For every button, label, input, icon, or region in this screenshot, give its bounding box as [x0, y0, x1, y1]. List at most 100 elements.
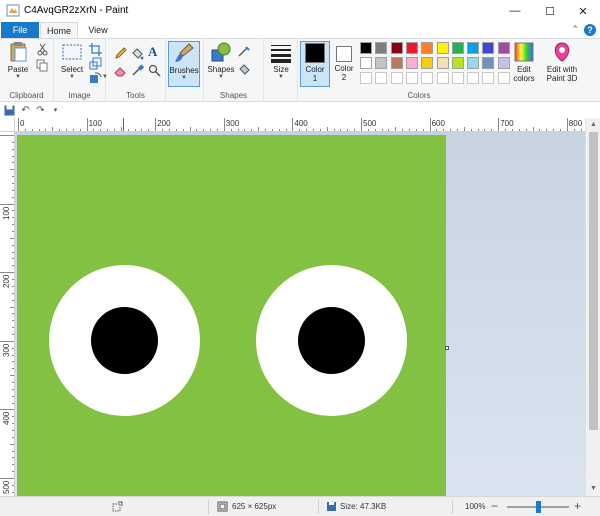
- pencil-icon[interactable]: [114, 47, 127, 60]
- ruler-tick: [0, 340, 14, 342]
- palette-color-swatch[interactable]: [405, 57, 418, 69]
- palette-custom-swatch[interactable]: [390, 72, 403, 84]
- colors-group-label: Colors: [407, 91, 431, 100]
- status-separator: [318, 500, 319, 514]
- eraser-icon[interactable]: [114, 64, 127, 77]
- palette-color-swatch[interactable]: [451, 42, 464, 54]
- edit-colors-button[interactable]: Edit colors: [507, 41, 541, 89]
- palette-color-swatch[interactable]: [375, 57, 388, 69]
- palette-custom-swatch[interactable]: [360, 72, 372, 84]
- scrollbar-thumb[interactable]: [589, 132, 598, 430]
- palette-color-swatch[interactable]: [360, 57, 372, 69]
- brushes-button[interactable]: Brushes ▼: [168, 41, 200, 87]
- paste-label: Paste: [7, 65, 29, 74]
- zoom-out-icon[interactable]: −: [491, 499, 498, 513]
- tab-view[interactable]: View: [80, 22, 116, 38]
- shapes-icon: [211, 42, 231, 62]
- palette-custom-swatch[interactable]: [467, 72, 480, 84]
- resize-icon[interactable]: [89, 57, 102, 70]
- magnifier-icon[interactable]: [148, 64, 161, 77]
- palette-color-swatch[interactable]: [390, 57, 403, 69]
- ruler-label: 400: [294, 119, 308, 128]
- save-icon[interactable]: [4, 105, 15, 116]
- zoom-level: 100%: [465, 502, 486, 511]
- customize-qat-icon[interactable]: ▾: [50, 105, 61, 116]
- status-separator: [452, 500, 453, 514]
- vertical-scrollbar[interactable]: ▲ ▼: [585, 118, 600, 496]
- clipboard-group: Paste ▼ Clipboard: [0, 39, 54, 102]
- redo-icon[interactable]: ↷: [35, 105, 46, 116]
- tab-file[interactable]: File: [1, 22, 39, 38]
- crop-icon[interactable]: [89, 43, 102, 56]
- palette-color-swatch[interactable]: [421, 42, 434, 54]
- palette-custom-swatch[interactable]: [405, 72, 418, 84]
- fill-icon[interactable]: [131, 47, 144, 60]
- rotate-icon[interactable]: [89, 71, 102, 84]
- tools-group-label: Tools: [126, 91, 145, 100]
- minimize-button[interactable]: —: [498, 0, 532, 22]
- palette-color-swatch[interactable]: [467, 42, 480, 54]
- palette-color-swatch[interactable]: [421, 57, 434, 69]
- palette-custom-swatch[interactable]: [421, 72, 434, 84]
- collapse-ribbon-icon[interactable]: ⌃: [571, 24, 579, 35]
- palette-custom-swatch[interactable]: [375, 72, 388, 84]
- zoom-in-icon[interactable]: +: [574, 499, 581, 513]
- paste-button[interactable]: Paste ▼: [3, 41, 33, 89]
- palette-color-swatch[interactable]: [482, 42, 495, 54]
- palette-color-swatch[interactable]: [451, 57, 464, 69]
- palette-color-swatch[interactable]: [436, 42, 449, 54]
- palette-color-swatch[interactable]: [390, 42, 403, 54]
- palette-custom-swatch[interactable]: [482, 72, 495, 84]
- chevron-down-icon: ▼: [69, 74, 75, 80]
- palette-color-swatch[interactable]: [360, 42, 372, 54]
- edit-paint3d-button[interactable]: Edit with Paint 3D: [543, 41, 581, 89]
- image-dimensions: 625 × 625px: [232, 502, 277, 511]
- chevron-down-icon: ▼: [278, 74, 284, 80]
- close-button[interactable]: ✕: [566, 0, 600, 22]
- palette-color-swatch[interactable]: [375, 42, 388, 54]
- ruler-tick: [0, 203, 14, 205]
- outline-icon[interactable]: [238, 45, 251, 58]
- undo-icon[interactable]: ↶: [20, 105, 31, 116]
- cut-icon[interactable]: [36, 43, 49, 56]
- canvas-workspace[interactable]: [15, 132, 585, 496]
- text-tool-icon[interactable]: A: [148, 45, 161, 58]
- ruler-label: 700: [500, 119, 514, 128]
- palette-color-swatch[interactable]: [482, 57, 495, 69]
- color1-button[interactable]: Color 1: [300, 41, 330, 87]
- palette-custom-swatch[interactable]: [451, 72, 464, 84]
- color-picker-icon[interactable]: [131, 64, 144, 77]
- ruler-label: 300: [2, 343, 11, 357]
- colors-group: Color 1 Color 2 Edit colors Edit with Pa…: [298, 39, 600, 102]
- zoom-slider-thumb[interactable]: [536, 501, 541, 513]
- scroll-up-icon[interactable]: ▲: [586, 119, 600, 131]
- ruler-label: 300: [225, 119, 240, 128]
- palette-color-swatch[interactable]: [405, 42, 418, 54]
- drawing-canvas[interactable]: [17, 135, 446, 496]
- size-button[interactable]: Size ▼: [266, 41, 296, 89]
- brushes-group: Brushes ▼: [166, 39, 204, 102]
- color1-swatch: [305, 43, 325, 63]
- palette-color-swatch[interactable]: [436, 57, 449, 69]
- scroll-down-icon[interactable]: ▼: [586, 483, 600, 495]
- select-button[interactable]: Select ▼: [57, 41, 87, 89]
- palette-custom-swatch[interactable]: [436, 72, 449, 84]
- left-eye-pupil: [91, 307, 158, 374]
- ruler-corner: [0, 118, 15, 132]
- horizontal-ruler: 0 100 200 300 400 500 600 700 800: [15, 118, 585, 132]
- ruler-tick: [361, 118, 362, 131]
- canvas-resize-handle[interactable]: [445, 346, 449, 350]
- cursor-position-marker: [123, 118, 124, 131]
- help-icon[interactable]: ?: [584, 24, 596, 36]
- maximize-button[interactable]: ☐: [533, 0, 567, 22]
- color2-label: Color 2: [334, 64, 354, 82]
- fill-shape-icon[interactable]: [238, 63, 251, 76]
- palette-color-swatch[interactable]: [467, 57, 480, 69]
- shapes-label: Shapes: [207, 65, 235, 74]
- copy-icon[interactable]: [36, 59, 49, 72]
- ruler-label: 500: [363, 119, 377, 128]
- chevron-down-icon: ▼: [181, 75, 187, 81]
- tab-home[interactable]: Home: [40, 22, 78, 38]
- shapes-button[interactable]: Shapes ▼: [206, 41, 236, 89]
- color2-button[interactable]: Color 2: [330, 41, 358, 89]
